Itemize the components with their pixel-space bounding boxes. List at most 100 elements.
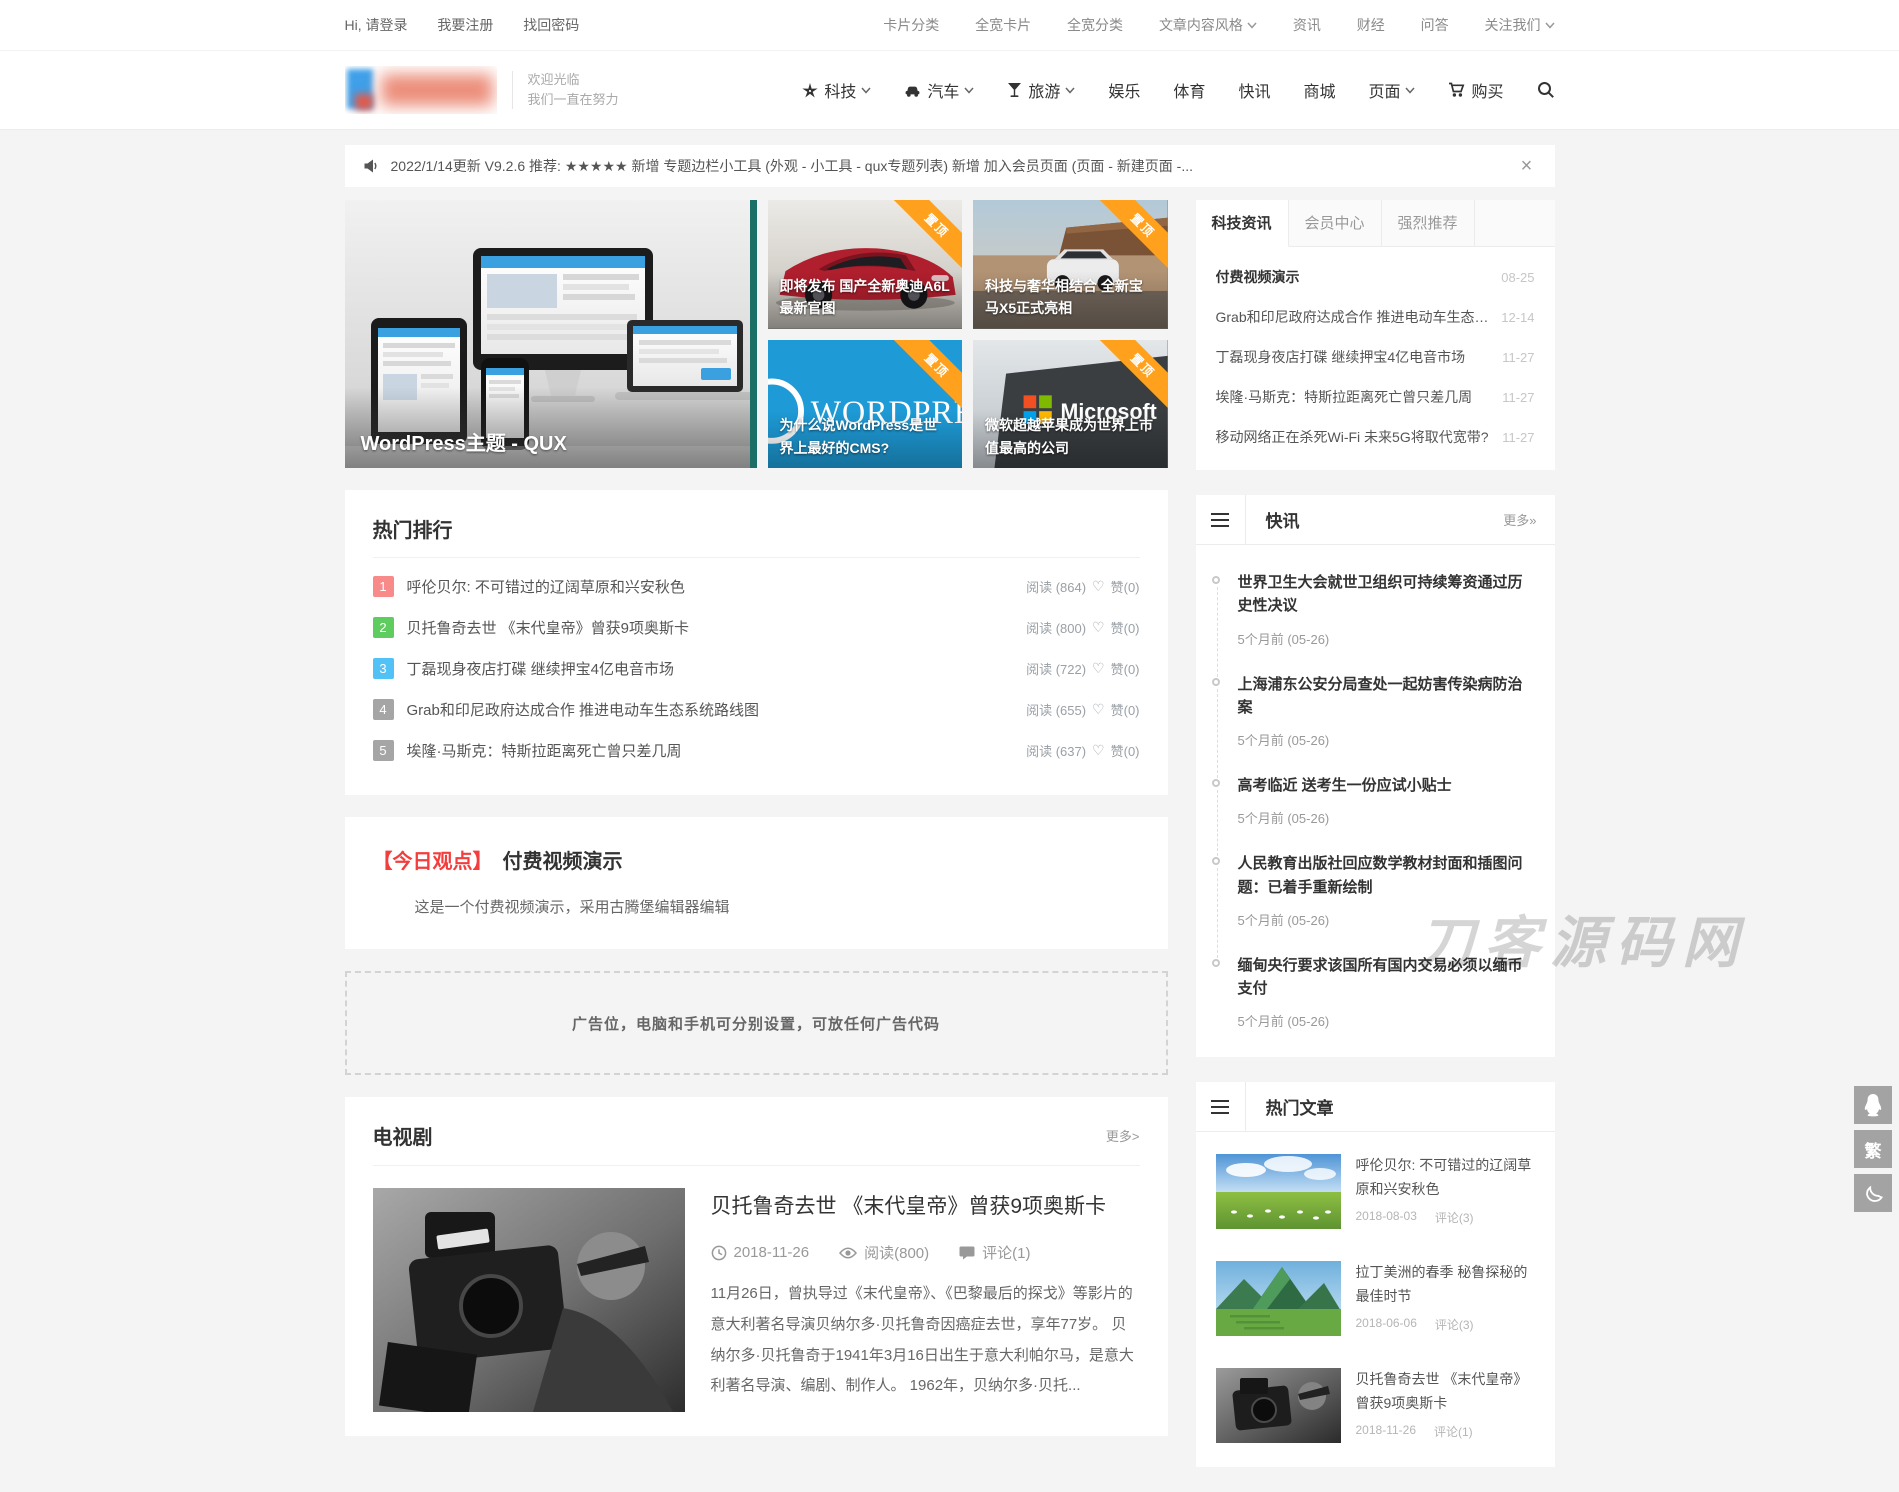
nav-entertainment[interactable]: 娱乐 — [1108, 78, 1140, 102]
hot-article-item: 呼伦贝尔: 不可错过的辽阔草原和兴安秋色 2018-08-03评论(3) — [1216, 1138, 1535, 1245]
nav-buy[interactable]: 购买 — [1448, 78, 1503, 102]
topmenu-fullwidth-category[interactable]: 全宽分类 — [1067, 15, 1123, 35]
grassland-image — [1216, 1154, 1341, 1229]
nav-tech[interactable]: 科技 — [802, 78, 871, 102]
nav-sports[interactable]: 体育 — [1173, 78, 1205, 102]
featured-card-microsoft[interactable]: Microsoft 置顶 微软超越苹果成为世界上市值最高的公司 — [973, 340, 1168, 469]
traditional-chinese-button[interactable]: 繁 — [1854, 1130, 1892, 1168]
widget-title: 快讯 — [1266, 507, 1504, 532]
timeline-dot-icon — [1212, 779, 1220, 787]
hot-article-thumb[interactable] — [1216, 1368, 1341, 1443]
tv-article-title[interactable]: 贝托鲁奇去世 《末代皇帝》曾获9项奥斯卡 — [711, 1190, 1140, 1220]
tab-strong-recommend[interactable]: 强烈推荐 — [1382, 200, 1475, 247]
flash-news-link[interactable]: 世界卫生大会就世卫组织可持续筹资通过历史性决议 — [1238, 571, 1537, 618]
sidebar-article-link[interactable]: 移动网络正在杀死Wi-Fi 未来5G将取代宽带? — [1216, 427, 1491, 447]
nav-cars[interactable]: 汽车 — [904, 78, 974, 102]
sidebar-article-link[interactable]: 埃隆·马斯克：特斯拉距离死亡曾只差几周 — [1216, 387, 1491, 407]
ranking-article-link[interactable]: 埃隆·马斯克：特斯拉距离死亡曾只差几周 — [407, 740, 1027, 761]
register-link[interactable]: 我要注册 — [437, 17, 493, 33]
list-item: Grab和印尼政府达成合作 推进电动车生态系统路线图12-14 — [1216, 297, 1535, 337]
forgot-password-link[interactable]: 找回密码 — [523, 17, 579, 33]
site-logo[interactable] — [345, 66, 497, 114]
ranking-row: 2 贝托鲁奇去世 《末代皇帝》曾获9项奥斯卡 阅读 (800)♡赞(0) — [373, 607, 1140, 648]
ranking-row: 4 Grab和印尼政府达成合作 推进电动车生态系统路线图 阅读 (655)♡赞(… — [373, 689, 1140, 730]
like-icon: ♡ — [1092, 578, 1105, 595]
search-button[interactable] — [1537, 81, 1555, 99]
featured-card-audi[interactable]: 置顶 即将发布 国产全新奥迪A6L最新官图 — [768, 200, 963, 329]
tv-more-link[interactable]: 更多> — [1106, 1126, 1140, 1145]
top-utility-bar: Hi, 请登录 我要注册 找回密码 卡片分类 全宽卡片 全宽分类 文章内容风格 … — [0, 0, 1899, 51]
hero-area: WordPress主题 - QUX — [345, 200, 1168, 468]
close-icon[interactable]: × — [1517, 156, 1537, 176]
ranking-panel: 热门排行 1 呼伦贝尔: 不可错过的辽阔草原和兴安秋色 阅读 (864)♡赞(0… — [345, 490, 1168, 795]
hot-article-link[interactable]: 拉丁美洲的春季 秘鲁探秘的最佳时节 — [1356, 1261, 1535, 1309]
qq-contact-button[interactable] — [1854, 1086, 1892, 1124]
hamburger-icon — [1196, 1082, 1246, 1132]
topmenu-finance[interactable]: 财经 — [1357, 15, 1385, 35]
nav-flash-news[interactable]: 快讯 — [1238, 78, 1270, 102]
flash-news-link[interactable]: 缅甸央行要求该国所有国内交易必须以缅币支付 — [1238, 954, 1537, 1001]
list-item: 付费视频演示08-25 — [1216, 257, 1535, 297]
tab-tech-news[interactable]: 科技资讯 — [1196, 200, 1289, 247]
ranking-article-link[interactable]: 呼伦贝尔: 不可错过的辽阔草原和兴安秋色 — [407, 576, 1027, 597]
hamburger-icon — [1196, 495, 1246, 545]
flash-news-widget: 快讯 更多» 世界卫生大会就世卫组织可持续筹资通过历史性决议 5个月前 (05-… — [1196, 495, 1555, 1057]
floating-toolbar: 繁 — [1854, 1086, 1892, 1212]
brand-area: 欢迎光临 我们一直在努力 — [345, 66, 619, 114]
topmenu-card-category[interactable]: 卡片分类 — [883, 15, 939, 35]
login-link[interactable]: Hi, 请登录 — [345, 17, 408, 33]
tv-article: 贝托鲁奇去世 《末代皇帝》曾获9项奥斯卡 2018-11-26 阅读(800) … — [373, 1166, 1140, 1412]
ad-slot[interactable]: 广告位，电脑和手机可分别设置，可放任何广告代码 — [345, 971, 1168, 1075]
comment-icon — [959, 1245, 975, 1260]
hot-article-thumb[interactable] — [1216, 1261, 1341, 1336]
site-slogan: 欢迎光临 我们一直在努力 — [528, 70, 619, 110]
nav-shop[interactable]: 商城 — [1303, 78, 1335, 102]
sidebar-article-link[interactable]: Grab和印尼政府达成合作 推进电动车生态系统路线图 — [1216, 307, 1490, 327]
ranking-article-link[interactable]: 贝托鲁奇去世 《末代皇帝》曾获9项奥斯卡 — [407, 617, 1027, 638]
flash-news-link[interactable]: 人民教育出版社回应数学教材封面和插图问题：已着手重新绘制 — [1238, 852, 1537, 899]
today-article-link[interactable]: 付费视频演示 — [503, 851, 623, 873]
like-icon: ♡ — [1092, 619, 1105, 636]
cocktail-icon — [1007, 82, 1022, 98]
featured-slider[interactable]: WordPress主题 - QUX — [345, 200, 757, 468]
featured-card-bmw[interactable]: 置顶 科技与奢华相结合 全新宝马X5正式亮相 — [973, 200, 1168, 329]
sidebar-article-link[interactable]: 丁磊现身夜店打碟 继续押宝4亿电音市场 — [1216, 347, 1491, 367]
rank-badge: 5 — [373, 740, 394, 761]
timeline-dot-icon — [1212, 959, 1220, 967]
dark-mode-button[interactable] — [1854, 1174, 1892, 1212]
nav-pages[interactable]: 页面 — [1368, 78, 1415, 102]
machu-picchu-image — [1216, 1261, 1341, 1336]
divider — [512, 71, 513, 109]
hot-article-link[interactable]: 贝托鲁奇去世 《末代皇帝》曾获9项奥斯卡 — [1356, 1368, 1535, 1416]
ranking-title: 热门排行 — [373, 514, 1140, 543]
ranking-article-link[interactable]: 丁磊现身夜店打碟 继续押宝4亿电音市场 — [407, 658, 1027, 679]
topmenu-follow-us[interactable]: 关注我们 — [1485, 15, 1555, 35]
rank-badge: 3 — [373, 658, 394, 679]
topmenu-article-style[interactable]: 文章内容风格 — [1159, 15, 1257, 35]
cart-icon — [1448, 82, 1465, 98]
flash-news-link[interactable]: 上海浦东公安分局查处一起妨害传染病防治案 — [1238, 673, 1537, 720]
featured-cards-grid: 置顶 即将发布 国产全新奥迪A6L最新官图 — [768, 200, 1168, 468]
next-slide-peek — [750, 200, 757, 468]
nav-travel[interactable]: 旅游 — [1007, 78, 1075, 102]
topmenu-news[interactable]: 资讯 — [1293, 15, 1321, 35]
director-camera-image — [373, 1188, 685, 1412]
account-links: Hi, 请登录 我要注册 找回密码 — [345, 15, 606, 35]
flash-news-more-link[interactable]: 更多» — [1503, 510, 1536, 529]
tv-article-image[interactable] — [373, 1188, 685, 1412]
sidebar-article-link[interactable]: 付费视频演示 — [1216, 267, 1490, 287]
ranking-row: 1 呼伦贝尔: 不可错过的辽阔草原和兴安秋色 阅读 (864)♡赞(0) — [373, 566, 1140, 607]
rank-badge: 4 — [373, 699, 394, 720]
topmenu-fullwidth-card[interactable]: 全宽卡片 — [975, 15, 1031, 35]
tab-member-center[interactable]: 会员中心 — [1289, 200, 1382, 247]
hot-article-link[interactable]: 呼伦贝尔: 不可错过的辽阔草原和兴安秋色 — [1356, 1154, 1535, 1202]
timeline-dot-icon — [1212, 678, 1220, 686]
featured-card-wordpress[interactable]: WORDPRESS 置顶 为什么说WordPress是世界上最好的CMS? — [768, 340, 963, 469]
yelp-burst-icon — [802, 82, 818, 99]
announcement-bar: 2022/1/14更新 V9.2.6 推荐: ★★★★★ 新增 专题边栏小工具 … — [345, 145, 1555, 187]
topmenu-qa[interactable]: 问答 — [1421, 15, 1449, 35]
ranking-article-link[interactable]: Grab和印尼政府达成合作 推进电动车生态系统路线图 — [407, 699, 1027, 720]
announcement-text[interactable]: 2022/1/14更新 V9.2.6 推荐: ★★★★★ 新增 专题边栏小工具 … — [391, 156, 1517, 176]
hot-article-thumb[interactable] — [1216, 1154, 1341, 1229]
flash-news-link[interactable]: 高考临近 送考生一份应试小贴士 — [1238, 774, 1537, 797]
